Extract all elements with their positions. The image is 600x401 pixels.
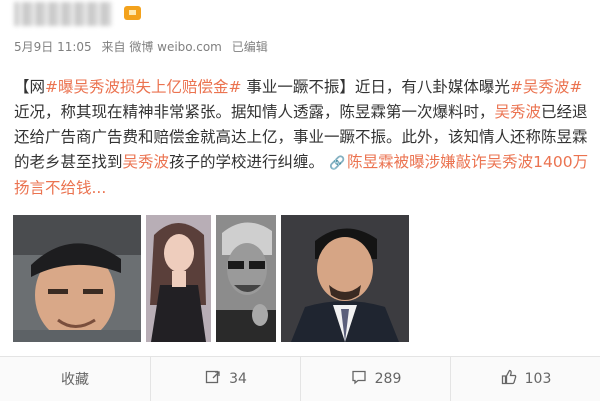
post-text-span: 近况，称其现在精神非常紧张。据知情人透露，陈昱霖第一次爆料时，: [14, 103, 495, 121]
post-header: 5月9日 11:05 来自 微博 weibo.com 已编辑: [0, 0, 600, 60]
hashtag-link[interactable]: #吴秀波#: [510, 78, 582, 96]
photo-man-sunglasses[interactable]: [216, 215, 276, 342]
comment-icon: [351, 369, 367, 389]
like-button[interactable]: 103: [450, 357, 600, 401]
vip-badge-icon: [124, 6, 141, 20]
like-icon: [501, 369, 517, 389]
photo-man-suit[interactable]: [281, 215, 409, 342]
post-text-span: 孩子的学校进行纠缠。: [169, 153, 329, 171]
favorite-button[interactable]: 收藏: [0, 357, 150, 401]
repost-icon: [205, 369, 221, 389]
author-name-blurred[interactable]: [14, 2, 112, 26]
post-text: 【网#曝吴秀波损失上亿赔偿金# 事业一蹶不振】近日，有八卦媒体曝光#吴秀波# 近况…: [14, 75, 594, 201]
edited-label: 已编辑: [231, 40, 268, 54]
favorite-label: 收藏: [61, 372, 89, 388]
photo-woman[interactable]: [146, 215, 211, 342]
comment-count: 289: [374, 371, 402, 387]
link-icon: 🔗: [328, 156, 346, 171]
photo-man-cap[interactable]: [13, 215, 141, 342]
mention-link[interactable]: 吴秀波: [495, 103, 542, 121]
hashtag-link[interactable]: #曝吴秀波损失上亿赔偿金#: [45, 78, 241, 96]
post-text-span: 【网: [14, 78, 46, 96]
action-bar: 收藏 34 289 103: [0, 356, 600, 401]
post-source[interactable]: 来自 微博 weibo.com: [102, 40, 222, 54]
mention-link[interactable]: 吴秀波: [123, 153, 170, 171]
post-meta: 5月9日 11:05 来自 微博 weibo.com 已编辑: [14, 38, 274, 55]
comment-button[interactable]: 289: [300, 357, 451, 401]
post-date[interactable]: 5月9日 11:05: [14, 40, 92, 54]
post-text-span: 事业一蹶不振】近日，有八卦媒体曝光: [241, 78, 510, 96]
repost-count: 34: [229, 371, 247, 387]
repost-button[interactable]: 34: [150, 357, 301, 401]
like-count: 103: [524, 371, 552, 387]
